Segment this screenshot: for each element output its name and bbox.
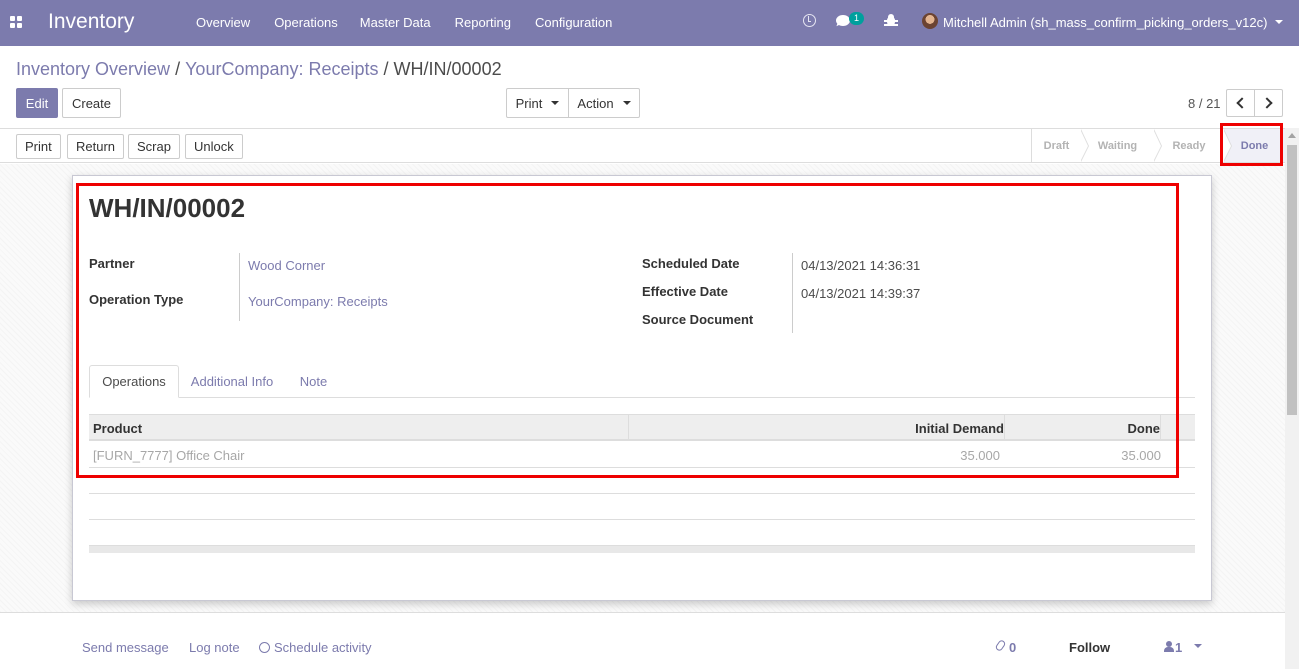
pager-next-button[interactable] <box>1254 89 1283 117</box>
scrap-button[interactable]: Scrap <box>128 134 180 159</box>
field-divider <box>792 253 793 333</box>
chatter-bar: Send message Log note Schedule activity … <box>0 612 1285 669</box>
vertical-scrollbar[interactable] <box>1285 128 1299 669</box>
action-dropdown-label: Action <box>577 95 614 111</box>
effective-date-label: Effective Date <box>642 284 728 299</box>
column-product[interactable]: Product <box>93 415 142 441</box>
stage-ready[interactable]: Ready <box>1154 129 1232 162</box>
follow-button[interactable]: Follow <box>1069 640 1110 655</box>
log-note-button[interactable]: Log note <box>189 640 240 655</box>
table-row-empty <box>89 494 1195 520</box>
print-button[interactable]: Print <box>16 134 61 159</box>
app-brand[interactable]: Inventory <box>48 10 134 34</box>
scroll-up-arrow-icon[interactable] <box>1288 133 1296 138</box>
top-navbar: Inventory Overview Operations Master Dat… <box>0 0 1299 46</box>
table-row[interactable]: [FURN_7777] Office Chair 35.000 35.000 <box>89 442 1195 468</box>
menu-overview[interactable]: Overview <box>196 15 250 30</box>
initial-demand-cell: 35.000 <box>960 447 1000 463</box>
menu-operations[interactable]: Operations <box>274 15 338 30</box>
table-row-empty <box>89 468 1195 494</box>
pager-value[interactable]: 8 / 21 <box>1188 96 1221 111</box>
operation-type-field[interactable]: YourCompany: Receipts <box>248 294 388 309</box>
scrollbar-thumb[interactable] <box>1287 145 1297 415</box>
stage-draft[interactable]: Draft <box>1031 129 1089 162</box>
menu-reporting[interactable]: Reporting <box>455 15 511 30</box>
action-dropdown-button[interactable]: Action <box>568 88 640 118</box>
clock-icon <box>259 642 270 653</box>
breadcrumb: Inventory Overview / YourCompany: Receipts… <box>16 59 502 80</box>
column-initial-demand[interactable]: Initial Demand <box>628 415 1004 441</box>
effective-date-field: 04/13/2021 14:39:37 <box>801 286 921 301</box>
stage-done[interactable]: Done <box>1224 129 1285 162</box>
chevron-right-icon <box>1261 97 1273 109</box>
breadcrumb-separator: / <box>175 59 181 79</box>
apps-menu-icon[interactable] <box>10 16 22 28</box>
caret-down-icon <box>622 101 631 105</box>
breadcrumb-current: WH/IN/00002 <box>393 59 502 79</box>
breadcrumb-inventory-overview[interactable]: Inventory Overview <box>16 59 170 79</box>
tab-note[interactable]: Note <box>289 365 338 398</box>
user-menu-caret-icon[interactable] <box>1275 20 1283 24</box>
table-row-empty <box>89 520 1195 546</box>
caret-down-icon <box>551 101 560 105</box>
breadcrumb-receipts[interactable]: YourCompany: Receipts <box>185 59 378 79</box>
scheduled-date-label: Scheduled Date <box>642 256 740 271</box>
table-header: Product Initial Demand Done <box>89 414 1195 441</box>
column-done[interactable]: Done <box>1004 415 1161 441</box>
chat-count-badge: 1 <box>849 12 864 25</box>
main-menu: Overview Operations Master Data Reportin… <box>196 15 636 30</box>
followers-count[interactable]: 1 <box>1175 640 1182 655</box>
chevron-left-icon <box>1236 97 1248 109</box>
partner-field[interactable]: Wood Corner <box>248 258 325 273</box>
paperclip-icon[interactable] <box>994 638 1007 653</box>
scheduled-date-field: 04/13/2021 14:36:31 <box>801 258 921 273</box>
activity-clock-icon[interactable] <box>803 14 816 27</box>
form-statusbar: Print Return Scrap Unlock Draft Waiting … <box>0 128 1285 163</box>
print-dropdown-button[interactable]: Print <box>506 88 569 118</box>
table-footer <box>89 546 1195 553</box>
attachment-count[interactable]: 0 <box>1009 640 1016 655</box>
user-menu-name[interactable]: Mitchell Admin (sh_mass_confirm_picking_… <box>943 15 1267 30</box>
menu-master-data[interactable]: Master Data <box>360 15 431 30</box>
field-divider <box>239 253 240 321</box>
pager-previous-button[interactable] <box>1226 89 1255 117</box>
debug-bug-icon[interactable] <box>884 13 898 29</box>
notebook-tabs: Operations Additional Info Note <box>89 365 1195 398</box>
breadcrumb-separator: / <box>383 59 389 79</box>
operation-type-label: Operation Type <box>89 292 184 307</box>
partner-label: Partner <box>89 256 135 271</box>
return-button[interactable]: Return <box>67 134 125 159</box>
user-avatar[interactable] <box>922 13 938 29</box>
tab-additional-info[interactable]: Additional Info <box>181 365 283 398</box>
unlock-button[interactable]: Unlock <box>185 134 243 159</box>
product-cell: [FURN_7777] Office Chair <box>93 447 245 463</box>
print-dropdown-label: Print <box>515 95 543 111</box>
schedule-activity-button[interactable]: Schedule activity <box>274 640 372 655</box>
send-message-button[interactable]: Send message <box>82 640 169 655</box>
edit-button[interactable]: Edit <box>16 88 58 118</box>
record-title: WH/IN/00002 <box>89 193 246 223</box>
stage-waiting[interactable]: Waiting <box>1081 129 1162 162</box>
source-document-label: Source Document <box>642 312 754 327</box>
messaging-chat-icon[interactable] <box>836 15 850 26</box>
create-button[interactable]: Create <box>62 88 121 118</box>
menu-configuration[interactable]: Configuration <box>535 15 612 30</box>
tab-operations[interactable]: Operations <box>89 365 179 398</box>
done-cell: 35.000 <box>1121 447 1161 463</box>
followers-caret-icon[interactable] <box>1194 644 1202 648</box>
